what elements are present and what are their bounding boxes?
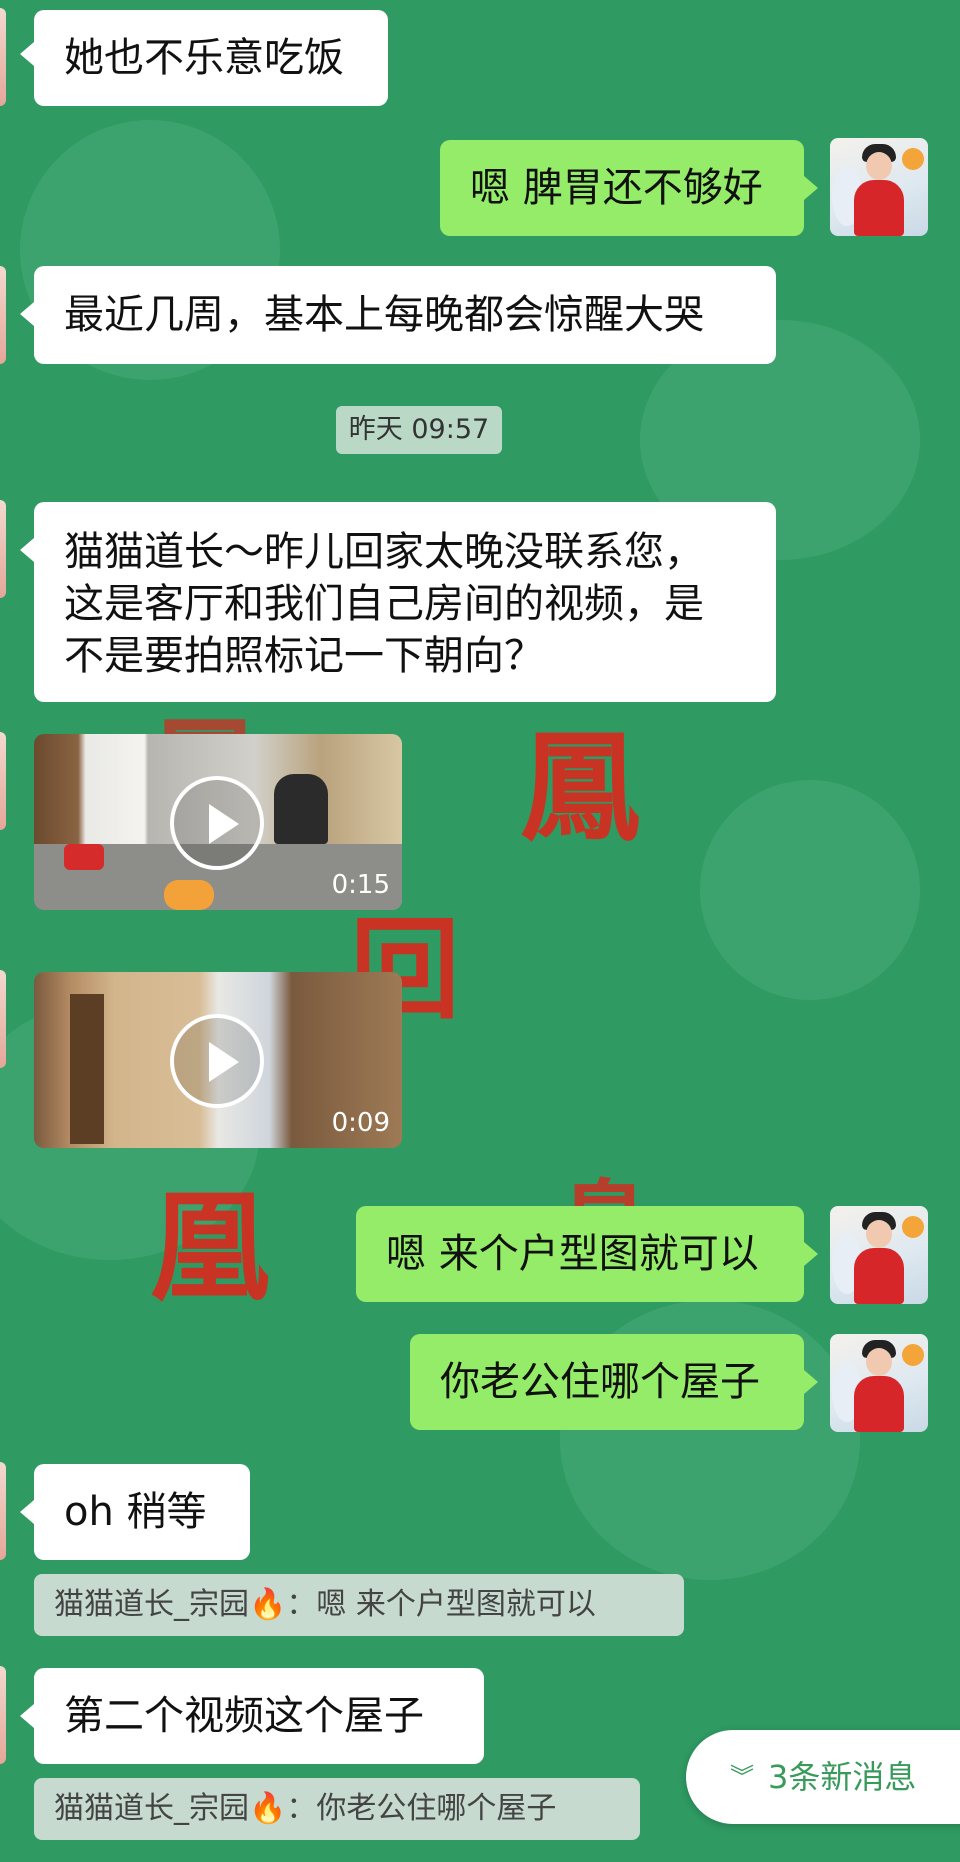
message-bubble[interactable]: 最近几周，基本上每晚都会惊醒大哭 — [34, 266, 776, 364]
new-messages-button[interactable]: ︾ 3条新消息 — [686, 1730, 960, 1824]
message-bubble[interactable]: 嗯 脾胃还不够好 — [440, 140, 804, 236]
video-duration: 0:15 — [331, 870, 390, 900]
bubble-tail — [20, 538, 34, 562]
my-avatar[interactable] — [830, 1334, 928, 1432]
my-avatar[interactable] — [830, 138, 928, 236]
message-bubble[interactable]: oh 稍等 — [34, 1464, 250, 1560]
quoted-reply[interactable]: 猫猫道长_宗园🔥：嗯 来个户型图就可以 — [34, 1574, 684, 1636]
sender-avatar[interactable] — [0, 266, 6, 364]
bubble-tail — [20, 302, 34, 326]
video-message[interactable]: 0:15 — [34, 734, 402, 910]
message-text-line: 猫猫道长～昨儿回家太晚没联系您， — [64, 529, 704, 575]
double-chevron-down-icon: ︾ — [730, 1763, 754, 1791]
message-text: 嗯 来个户型图就可以 — [386, 1231, 759, 1277]
video-door — [70, 994, 104, 1144]
bubble-tail — [20, 1704, 34, 1728]
message-bubble[interactable]: 嗯 来个户型图就可以 — [356, 1206, 804, 1302]
sender-avatar[interactable] — [0, 1666, 6, 1764]
quoted-text: 猫猫道长_宗园🔥：你老公住哪个屋子 — [54, 1791, 557, 1826]
message-text-line: 不是要拍照标记一下朝向？ — [64, 633, 544, 679]
quoted-reply[interactable]: 猫猫道长_宗园🔥：你老公住哪个屋子 — [34, 1778, 640, 1840]
message-bubble[interactable]: 第二个视频这个屋子 — [34, 1668, 484, 1764]
message-bubble[interactable]: 猫猫道长～昨儿回家太晚没联系您， 这是客厅和我们自己房间的视频，是 不是要拍照标… — [34, 502, 776, 702]
message-timestamp: 昨天 09:57 — [336, 406, 502, 454]
video-message[interactable]: 0:09 — [34, 972, 402, 1148]
bubble-tail — [20, 42, 34, 66]
message-text: 她也不乐意吃饭 — [64, 35, 344, 81]
message-text: 嗯 脾胃还不够好 — [470, 165, 763, 211]
my-avatar[interactable] — [830, 1206, 928, 1304]
bubble-tail — [804, 176, 818, 200]
message-text: 最近几周，基本上每晚都会惊醒大哭 — [64, 292, 704, 338]
sender-avatar[interactable] — [0, 1462, 6, 1560]
sender-avatar[interactable] — [0, 732, 6, 830]
bubble-tail — [20, 1500, 34, 1524]
sender-avatar[interactable] — [0, 500, 6, 598]
sender-avatar[interactable] — [0, 970, 6, 1068]
video-duration: 0:09 — [331, 1108, 390, 1138]
message-text-line: 这是客厅和我们自己房间的视频，是 — [64, 581, 704, 627]
video-toy — [64, 844, 104, 870]
message-text: 第二个视频这个屋子 — [64, 1693, 424, 1739]
video-person — [274, 774, 328, 844]
bubble-tail — [804, 1370, 818, 1394]
message-bubble[interactable]: 她也不乐意吃饭 — [34, 10, 388, 106]
bubble-tail — [804, 1242, 818, 1266]
new-messages-label: 3条新消息 — [768, 1758, 917, 1796]
quoted-text: 猫猫道长_宗园🔥：嗯 来个户型图就可以 — [54, 1587, 596, 1622]
play-icon[interactable] — [170, 776, 264, 870]
video-toy — [164, 880, 214, 910]
message-bubble[interactable]: 你老公住哪个屋子 — [410, 1334, 804, 1430]
sender-avatar[interactable] — [0, 8, 6, 106]
message-text: oh 稍等 — [64, 1489, 207, 1535]
play-icon[interactable] — [170, 1014, 264, 1108]
message-text: 你老公住哪个屋子 — [440, 1359, 760, 1405]
